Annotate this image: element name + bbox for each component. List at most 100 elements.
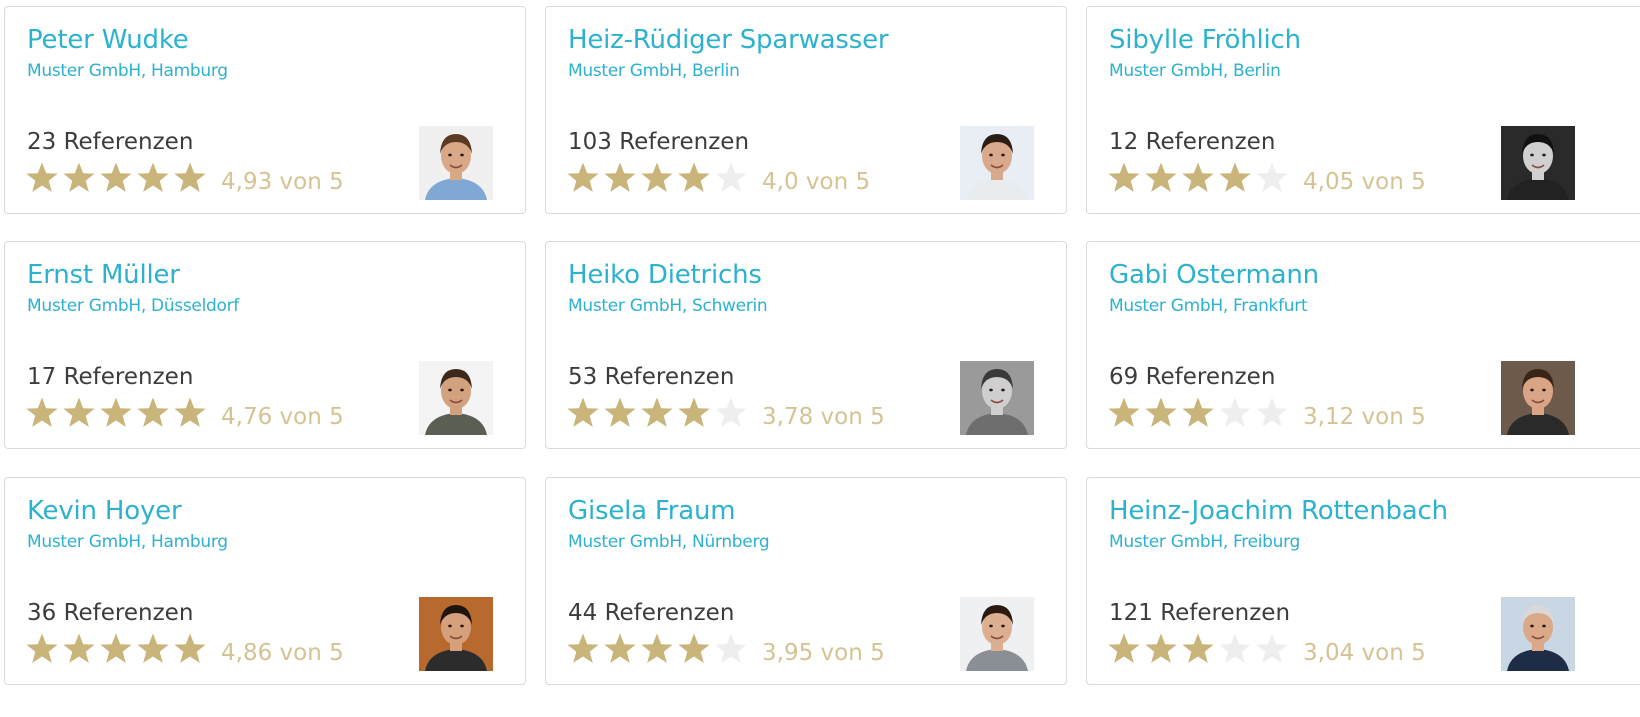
company-location: Muster GmbH, Düsseldorf: [27, 296, 239, 316]
star-filled-icon: [604, 397, 636, 427]
star-rating: [25, 396, 207, 436]
star-empty-icon: [715, 633, 747, 663]
star-rating: [566, 161, 748, 201]
star-filled-icon: [1182, 633, 1214, 663]
star-rating: [1107, 396, 1289, 436]
star-filled-icon: [641, 633, 673, 663]
star-filled-icon: [567, 397, 599, 427]
star-rating: [1107, 161, 1289, 201]
man-bw-photo: [960, 361, 1034, 435]
rating-score: 3,04 von 5: [1303, 640, 1426, 666]
star-empty-icon: [1219, 397, 1251, 427]
reference-card[interactable]: Sibylle Fröhlich Muster GmbH, Berlin 12 Re…: [1086, 6, 1640, 214]
star-empty-icon: [715, 397, 747, 427]
reference-count: 44 Referenzen: [568, 600, 735, 626]
reference-count: 12 Referenzen: [1109, 129, 1276, 155]
reference-card[interactable]: Ernst Müller Muster GmbH, Düsseldorf 17 Re…: [4, 241, 526, 449]
star-filled-icon: [137, 162, 169, 192]
reference-count: 53 Referenzen: [568, 364, 735, 390]
star-filled-icon: [100, 633, 132, 663]
person-name[interactable]: Heiz-Rüdiger Sparwasser: [568, 25, 889, 55]
woman-smiling-photo: [1501, 361, 1575, 435]
star-filled-icon: [678, 633, 710, 663]
star-filled-icon: [1182, 397, 1214, 427]
star-filled-icon: [1145, 633, 1177, 663]
company-location: Muster GmbH, Schwerin: [568, 296, 768, 316]
rating-score: 4,93 von 5: [221, 169, 344, 195]
reference-card[interactable]: Peter Wudke Muster GmbH, Hamburg 23 Refere…: [4, 6, 526, 214]
star-empty-icon: [1256, 397, 1288, 427]
star-filled-icon: [1108, 633, 1140, 663]
person-name[interactable]: Gabi Ostermann: [1109, 260, 1319, 290]
reference-card[interactable]: Gisela Fraum Muster GmbH, Nürnberg 44 Refe…: [545, 477, 1067, 685]
star-filled-icon: [567, 633, 599, 663]
man-grey-hair-photo: [1501, 597, 1575, 671]
reference-count: 23 Referenzen: [27, 129, 194, 155]
person-name[interactable]: Heiko Dietrichs: [568, 260, 762, 290]
person-name[interactable]: Ernst Müller: [27, 260, 180, 290]
rating-score: 4,05 von 5: [1303, 169, 1426, 195]
company-location: Muster GmbH, Frankfurt: [1109, 296, 1308, 316]
star-filled-icon: [1145, 397, 1177, 427]
star-filled-icon: [137, 633, 169, 663]
company-location: Muster GmbH, Freiburg: [1109, 532, 1301, 552]
company-location: Muster GmbH, Nürnberg: [568, 532, 770, 552]
woman-bw-photo: [1501, 126, 1575, 200]
company-location: Muster GmbH, Hamburg: [27, 61, 228, 81]
reference-card[interactable]: Gabi Ostermann Muster GmbH, Frankfurt 69 R…: [1086, 241, 1640, 449]
rating-score: 4,86 von 5: [221, 640, 344, 666]
reference-count: 103 Referenzen: [568, 129, 750, 155]
reference-count: 17 Referenzen: [27, 364, 194, 390]
reference-count: 69 Referenzen: [1109, 364, 1276, 390]
man-laughing-photo: [419, 126, 493, 200]
rating-score: 3,12 von 5: [1303, 404, 1426, 430]
reference-card-grid: Peter Wudke Muster GmbH, Hamburg 23 Refere…: [0, 0, 1640, 717]
man-suit-photo: [419, 361, 493, 435]
star-rating: [566, 632, 748, 672]
reference-card[interactable]: Heiko Dietrichs Muster GmbH, Schwerin 53 R…: [545, 241, 1067, 449]
star-filled-icon: [100, 397, 132, 427]
star-filled-icon: [63, 633, 95, 663]
person-name[interactable]: Heinz-Joachim Rottenbach: [1109, 496, 1448, 526]
star-empty-icon: [1256, 162, 1288, 192]
reference-card[interactable]: Heinz-Joachim Rottenbach Muster GmbH, Fre…: [1086, 477, 1640, 685]
star-filled-icon: [1108, 397, 1140, 427]
person-name[interactable]: Sibylle Fröhlich: [1109, 25, 1301, 55]
star-filled-icon: [641, 162, 673, 192]
man-portrait-photo: [419, 597, 493, 671]
reference-count: 36 Referenzen: [27, 600, 194, 626]
man-smiling-photo: [960, 126, 1034, 200]
star-rating: [1107, 632, 1289, 672]
star-filled-icon: [567, 162, 599, 192]
star-filled-icon: [174, 633, 206, 663]
star-empty-icon: [715, 162, 747, 192]
rating-score: 3,95 von 5: [762, 640, 885, 666]
company-location: Muster GmbH, Berlin: [1109, 61, 1281, 81]
rating-score: 4,76 von 5: [221, 404, 344, 430]
reference-count: 121 Referenzen: [1109, 600, 1291, 626]
star-filled-icon: [137, 397, 169, 427]
star-filled-icon: [604, 633, 636, 663]
person-name[interactable]: Peter Wudke: [27, 25, 189, 55]
star-filled-icon: [1145, 162, 1177, 192]
woman-posing-photo: [960, 597, 1034, 671]
star-filled-icon: [678, 162, 710, 192]
star-empty-icon: [1256, 633, 1288, 663]
star-filled-icon: [26, 633, 58, 663]
star-filled-icon: [63, 162, 95, 192]
star-empty-icon: [1219, 633, 1251, 663]
reference-card[interactable]: Heiz-Rüdiger Sparwasser Muster GmbH, Berl…: [545, 6, 1067, 214]
star-rating: [25, 632, 207, 672]
star-filled-icon: [678, 397, 710, 427]
person-name[interactable]: Gisela Fraum: [568, 496, 736, 526]
star-filled-icon: [1108, 162, 1140, 192]
reference-card[interactable]: Kevin Hoyer Muster GmbH, Hamburg 36 Refere…: [4, 477, 526, 685]
star-filled-icon: [100, 162, 132, 192]
star-filled-icon: [1219, 162, 1251, 192]
star-filled-icon: [1182, 162, 1214, 192]
star-filled-icon: [174, 397, 206, 427]
company-location: Muster GmbH, Hamburg: [27, 532, 228, 552]
star-rating: [25, 161, 207, 201]
rating-score: 4,0 von 5: [762, 169, 871, 195]
person-name[interactable]: Kevin Hoyer: [27, 496, 182, 526]
